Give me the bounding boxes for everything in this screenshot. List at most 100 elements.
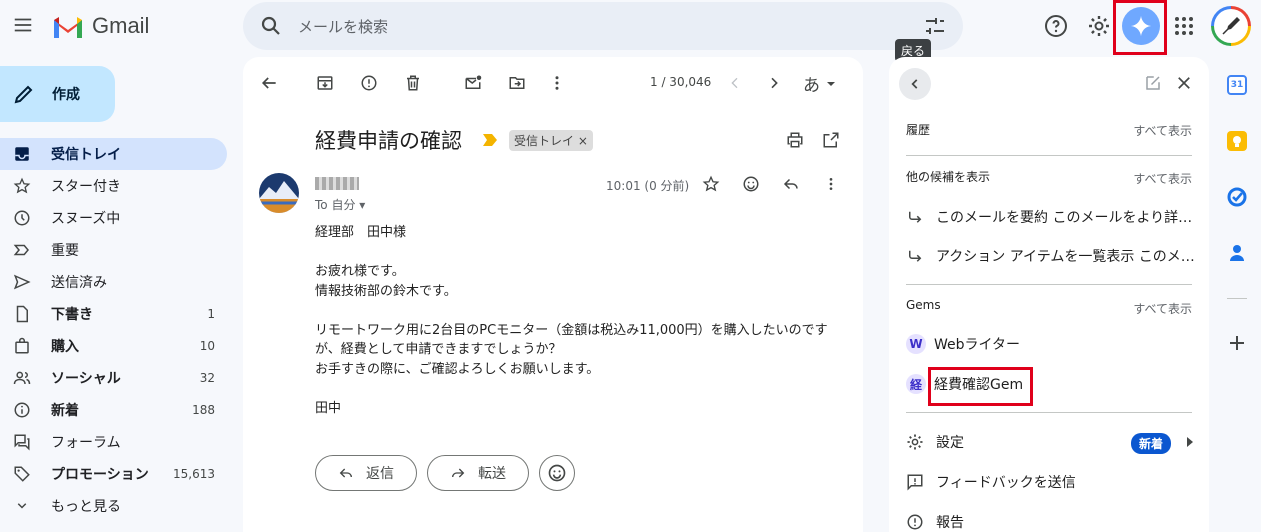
sidebar-item-label: スター付き (51, 179, 121, 195)
suggestion-summarize[interactable]: このメールを要約 このメールをより詳… (906, 207, 1196, 227)
sidebar-item-more[interactable]: もっと見る (0, 490, 227, 522)
recipient-dropdown[interactable]: To 自分 ▾ (315, 196, 365, 213)
close-icon[interactable] (1175, 74, 1193, 92)
sidebar-item-label: 下書き (51, 307, 93, 323)
history-title: 履歴 (906, 123, 931, 137)
apps-grid-icon[interactable] (1172, 14, 1196, 38)
sidebar-item-drafts[interactable]: 下書き 1 (0, 298, 227, 330)
compose-label: 作成 (52, 87, 80, 103)
mail-time: 10:01 (0 分前) (606, 179, 690, 193)
print-icon[interactable] (783, 128, 807, 152)
item-count: 188 (192, 403, 215, 417)
suggestions-see-all[interactable]: すべて表示 (1133, 170, 1192, 187)
pen-nib-icon (1222, 17, 1240, 35)
item-count: 10 (199, 339, 215, 353)
gem-label: Webライター (934, 337, 1020, 353)
add-addon-icon[interactable] (1227, 333, 1247, 353)
sidebar-item-starred[interactable]: スター付き (0, 170, 227, 202)
remove-label-icon[interactable]: × (578, 134, 588, 148)
emoji-react-icon[interactable] (739, 172, 763, 196)
sidebar-nav: 受信トレイ スター付き スヌーズ中 重要 送信済み 下書き 1 購入 10 ソー… (0, 138, 230, 522)
forward-button[interactable]: 転送 (427, 455, 529, 491)
emoji-button[interactable] (539, 455, 575, 491)
sidebar-item-updates[interactable]: 新着 188 (0, 394, 227, 426)
keep-icon[interactable] (1227, 131, 1247, 151)
sidebar-item-social[interactable]: ソーシャル 32 (0, 362, 227, 394)
reply-icon[interactable] (779, 172, 803, 196)
sidebar-item-snoozed[interactable]: スヌーズ中 (0, 202, 227, 234)
item-count: 1 (207, 307, 215, 321)
tasks-icon[interactable] (1227, 187, 1247, 207)
body-line (315, 379, 835, 399)
redo-arrow-icon (909, 211, 922, 223)
back-arrow-icon[interactable] (257, 71, 281, 95)
divider (906, 412, 1192, 413)
submenu-arrow-icon (1187, 437, 1193, 447)
newer-chevron-icon[interactable] (723, 71, 747, 95)
gemini-button[interactable] (1122, 7, 1160, 45)
report-icon (907, 514, 923, 530)
sidebar-item-important[interactable]: 重要 (0, 234, 227, 266)
panel-back-button[interactable] (899, 68, 931, 100)
delete-icon[interactable] (401, 71, 425, 95)
calendar-icon[interactable]: 31 (1227, 75, 1247, 95)
archive-icon[interactable] (313, 71, 337, 95)
search-bar[interactable]: メールを検索 (243, 2, 963, 50)
people-icon (12, 368, 32, 388)
sidebar-item-forums[interactable]: フォーラム (0, 426, 227, 458)
reply-button[interactable]: 返信 (315, 455, 417, 491)
gems-title: Gems (906, 298, 941, 312)
sidebar-item-inbox[interactable]: 受信トレイ (0, 138, 227, 170)
compose-button[interactable]: 作成 (0, 66, 115, 122)
settings-gear-icon[interactable] (1087, 14, 1111, 38)
chevron-down-icon (12, 496, 32, 516)
send-icon (12, 272, 32, 292)
app-name: Gmail (92, 13, 150, 38)
inbox-label-chip[interactable]: 受信トレイ × (509, 130, 593, 151)
clock-icon (12, 208, 32, 228)
sparkle-icon (1130, 15, 1152, 37)
account-avatar[interactable] (1211, 6, 1251, 46)
body-line: リモートワーク用に2台目のPCモニター（金額は税込み11,000円）を購入したい… (315, 322, 828, 338)
new-chat-icon[interactable] (1144, 74, 1162, 92)
move-to-icon[interactable] (505, 71, 529, 95)
gems-see-all[interactable]: すべて表示 (1133, 300, 1192, 317)
sidebar-item-label: スヌーズ中 (51, 211, 121, 227)
report-label: 報告 (936, 515, 964, 531)
contacts-icon[interactable] (1227, 243, 1247, 263)
mail-body: 経理部 田中様 お疲れ様です。 情報技術部の鈴木です。 リモートワーク用に2台目… (315, 223, 835, 418)
search-placeholder[interactable]: メールを検索 (298, 16, 388, 37)
help-icon[interactable] (1044, 14, 1068, 38)
search-options-icon[interactable] (923, 14, 947, 38)
mark-unread-icon[interactable] (461, 71, 485, 95)
forward-arrow-icon (452, 468, 465, 478)
gem-web-writer[interactable]: W Webライター (906, 334, 1020, 354)
older-chevron-icon[interactable] (762, 71, 786, 95)
body-line: お疲れ様です。 (315, 264, 405, 279)
feedback-row[interactable]: フィードバックを送信 (906, 472, 1076, 492)
main-menu-icon[interactable] (12, 14, 34, 36)
pencil-icon (14, 85, 33, 104)
settings-row[interactable]: 設定 (906, 432, 964, 452)
sidebar-item-purchases[interactable]: 購入 10 (0, 330, 227, 362)
suggestion-action-items[interactable]: アクション アイテムを一覧表示 このメ… (906, 246, 1196, 266)
message-more-icon[interactable] (819, 172, 843, 196)
gmail-logo[interactable]: Gmail (52, 13, 149, 39)
search-icon[interactable] (259, 14, 283, 38)
body-line: 経理部 田中様 (315, 225, 407, 240)
pager-count: 1 / 30,046 (650, 75, 712, 89)
body-line (315, 243, 835, 263)
suggestion-text: このメールを要約 このメールをより詳… (936, 210, 1193, 226)
report-spam-icon[interactable] (357, 71, 381, 95)
body-line: 情報技術部の鈴木です。 (315, 283, 457, 299)
sidebar-item-promotions[interactable]: プロモーション 15,613 (0, 458, 227, 490)
more-vert-icon[interactable] (545, 71, 569, 95)
suggestions-title: 他の候補を表示 (906, 170, 991, 184)
report-row[interactable]: 報告 (906, 512, 964, 532)
input-tools-button[interactable]: あ (803, 71, 836, 96)
open-new-window-icon[interactable] (819, 128, 843, 152)
sender-avatar[interactable] (259, 173, 299, 213)
sidebar-item-sent[interactable]: 送信済み (0, 266, 227, 298)
star-icon[interactable] (699, 172, 723, 196)
history-see-all[interactable]: すべて表示 (1133, 122, 1192, 139)
